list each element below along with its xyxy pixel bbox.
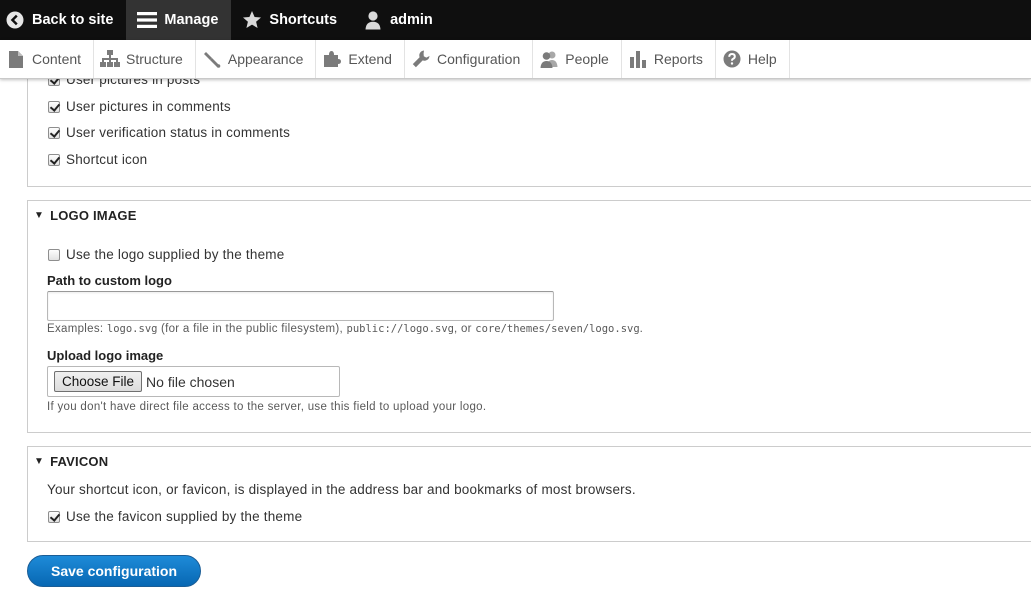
desc-code: logo.svg <box>106 323 158 335</box>
caret-down-icon: ▼ <box>34 456 45 467</box>
paint-brush-icon <box>202 49 222 69</box>
caret-down-icon: ▼ <box>34 210 45 221</box>
choose-file-button[interactable]: Choose File <box>54 371 143 392</box>
back-to-site-label: Back to site <box>32 12 114 28</box>
question-icon <box>722 49 742 69</box>
favicon-legend[interactable]: ▼ FAVICON <box>34 454 108 469</box>
favicon-fieldset: ▼ FAVICON Your shortcut icon, or favicon… <box>27 446 1031 542</box>
tray-item-structure[interactable]: Structure <box>94 40 196 78</box>
logo-upload-field[interactable]: Choose File No file chosen <box>47 366 340 397</box>
puzzle-icon <box>322 49 342 69</box>
user-icon <box>362 9 384 31</box>
document-icon <box>6 49 26 69</box>
toggle-user-verification[interactable]: User verification status in comments <box>48 125 290 140</box>
save-configuration-button[interactable]: Save configuration <box>27 555 201 587</box>
shortcuts-tab[interactable]: Shortcuts <box>231 0 350 40</box>
tray-item-help[interactable]: Help <box>716 40 790 78</box>
back-to-site-link[interactable]: Back to site <box>0 0 126 40</box>
checkbox[interactable] <box>48 126 60 139</box>
checkbox[interactable] <box>48 248 60 261</box>
tray-item-label: Extend <box>348 51 392 67</box>
path-label: Path to custom logo <box>47 273 172 288</box>
tray-item-label: Structure <box>126 51 183 67</box>
manage-tab[interactable]: Manage <box>126 0 232 40</box>
shortcuts-label: Shortcuts <box>269 12 338 28</box>
tray-item-label: Reports <box>653 51 703 67</box>
tray-item-label: Help <box>747 51 777 67</box>
checkbox-label: User verification status in comments <box>66 125 291 140</box>
upload-label: Upload logo image <box>47 348 164 363</box>
desc-text: Examples: <box>47 323 107 335</box>
tray-item-extend[interactable]: Extend <box>316 40 405 78</box>
admin-tray: Content Structure Appearance Extend Conf… <box>0 40 1031 79</box>
tray-item-label: Configuration <box>436 51 521 67</box>
hamburger-icon <box>136 9 158 31</box>
people-icon <box>539 49 559 69</box>
user-label: admin <box>390 12 433 28</box>
tray-item-label: People <box>565 51 609 67</box>
tray-item-label: Appearance <box>227 51 304 67</box>
checkbox[interactable] <box>48 510 60 523</box>
toggle-user-pictures-comments[interactable]: User pictures in comments <box>48 99 231 114</box>
desc-text: (for a file in the public filesystem), <box>157 323 347 335</box>
toggle-display-fieldset: User pictures in posts User pictures in … <box>27 67 1031 187</box>
bar-chart-icon <box>628 49 648 69</box>
checkbox-label: User pictures in comments <box>66 99 231 114</box>
legend-label: FAVICON <box>50 454 109 469</box>
checkbox-label: Use the logo supplied by the theme <box>66 247 285 262</box>
admin-toolbar: Back to site Manage Shortcuts admin <box>0 0 1031 40</box>
use-default-favicon[interactable]: Use the favicon supplied by the theme <box>48 509 302 524</box>
tray-item-configuration[interactable]: Configuration <box>405 40 534 78</box>
logo-image-legend[interactable]: ▼ LOGO IMAGE <box>34 208 137 223</box>
wrench-icon <box>411 49 431 69</box>
legend-label: LOGO IMAGE <box>50 208 137 223</box>
tray-item-appearance[interactable]: Appearance <box>196 40 317 78</box>
star-icon <box>241 9 263 31</box>
desc-code: public://logo.svg <box>346 323 454 335</box>
use-default-logo[interactable]: Use the logo supplied by the theme <box>48 247 284 262</box>
desc-text: , or <box>453 323 476 335</box>
user-tab[interactable]: admin <box>350 0 446 40</box>
toggle-shortcut-icon[interactable]: Shortcut icon <box>48 152 147 167</box>
tray-item-reports[interactable]: Reports <box>622 40 716 78</box>
logo-path-description: Examples: logo.svg (for a file in the pu… <box>47 323 643 335</box>
main-content: User pictures in posts User pictures in … <box>0 67 1031 593</box>
logo-image-fieldset: ▼ LOGO IMAGE Use the logo supplied by th… <box>27 200 1031 433</box>
checkbox-label: Use the favicon supplied by the theme <box>66 509 303 524</box>
manage-label: Manage <box>164 12 219 28</box>
checkbox-label: Shortcut icon <box>66 152 148 167</box>
tray-item-people[interactable]: People <box>533 40 622 78</box>
checkbox[interactable] <box>48 153 60 166</box>
desc-text: . <box>639 323 644 335</box>
chevron-left-circle-icon <box>4 9 26 31</box>
tray-item-content[interactable]: Content <box>0 40 95 78</box>
desc-code: core/themes/seven/logo.svg <box>475 323 640 335</box>
sitemap-icon <box>100 49 121 69</box>
logo-path-input[interactable] <box>47 291 554 321</box>
upload-description: If you don't have direct file access to … <box>47 401 487 413</box>
favicon-description: Your shortcut icon, or favicon, is displ… <box>47 482 636 497</box>
file-status-text: No file chosen <box>146 373 235 390</box>
checkbox[interactable] <box>48 100 60 113</box>
tray-item-label: Content <box>32 51 82 67</box>
